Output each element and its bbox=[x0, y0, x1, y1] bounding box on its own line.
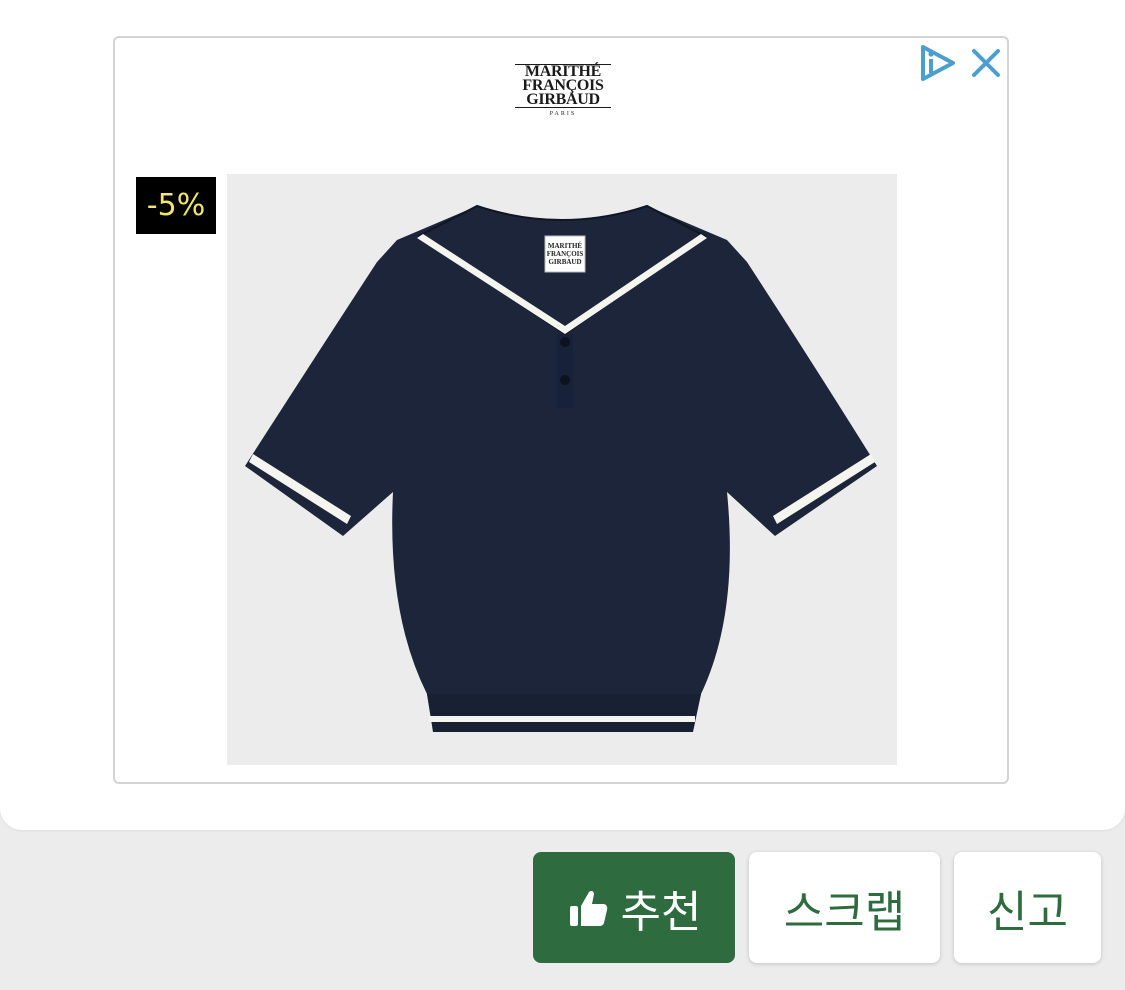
brand-line-3: GIRBAUD bbox=[526, 91, 600, 108]
ad-banner[interactable]: MARITHÉ FRANÇOIS GIRBAUD PARIS -5% MARIT… bbox=[113, 36, 1009, 784]
recommend-label: 추천 bbox=[620, 886, 702, 938]
button-1 bbox=[560, 337, 570, 347]
shirt-hem bbox=[427, 694, 701, 732]
scrap-label: 스크랩 bbox=[783, 886, 906, 938]
product-image[interactable]: MARITHÉ FRANÇOIS GIRBAUD bbox=[227, 174, 897, 765]
recommend-button[interactable]: 추천 bbox=[533, 852, 735, 963]
button-2 bbox=[560, 375, 570, 385]
content-card: MARITHÉ FRANÇOIS GIRBAUD PARIS -5% MARIT… bbox=[0, 0, 1125, 830]
brand-logo: MARITHÉ FRANÇOIS GIRBAUD PARIS bbox=[513, 64, 613, 130]
sailor-top-illustration: MARITHÉ FRANÇOIS GIRBAUD bbox=[245, 204, 877, 732]
report-button[interactable]: 신고 bbox=[954, 852, 1101, 963]
adchoices-icon[interactable] bbox=[917, 42, 959, 84]
close-icon[interactable] bbox=[969, 46, 1003, 80]
neck-label-text-2: FRANÇOIS bbox=[547, 250, 584, 258]
thumbs-up-icon bbox=[569, 890, 607, 926]
brand-sub: PARIS bbox=[549, 111, 577, 117]
scrap-button[interactable]: 스크랩 bbox=[749, 852, 940, 963]
hem-stripe bbox=[429, 716, 695, 722]
discount-badge: -5% bbox=[136, 177, 216, 234]
report-label: 신고 bbox=[987, 886, 1068, 938]
neck-label-text-1: MARITHÉ bbox=[548, 242, 583, 250]
neck-label-text-3: GIRBAUD bbox=[548, 258, 581, 266]
